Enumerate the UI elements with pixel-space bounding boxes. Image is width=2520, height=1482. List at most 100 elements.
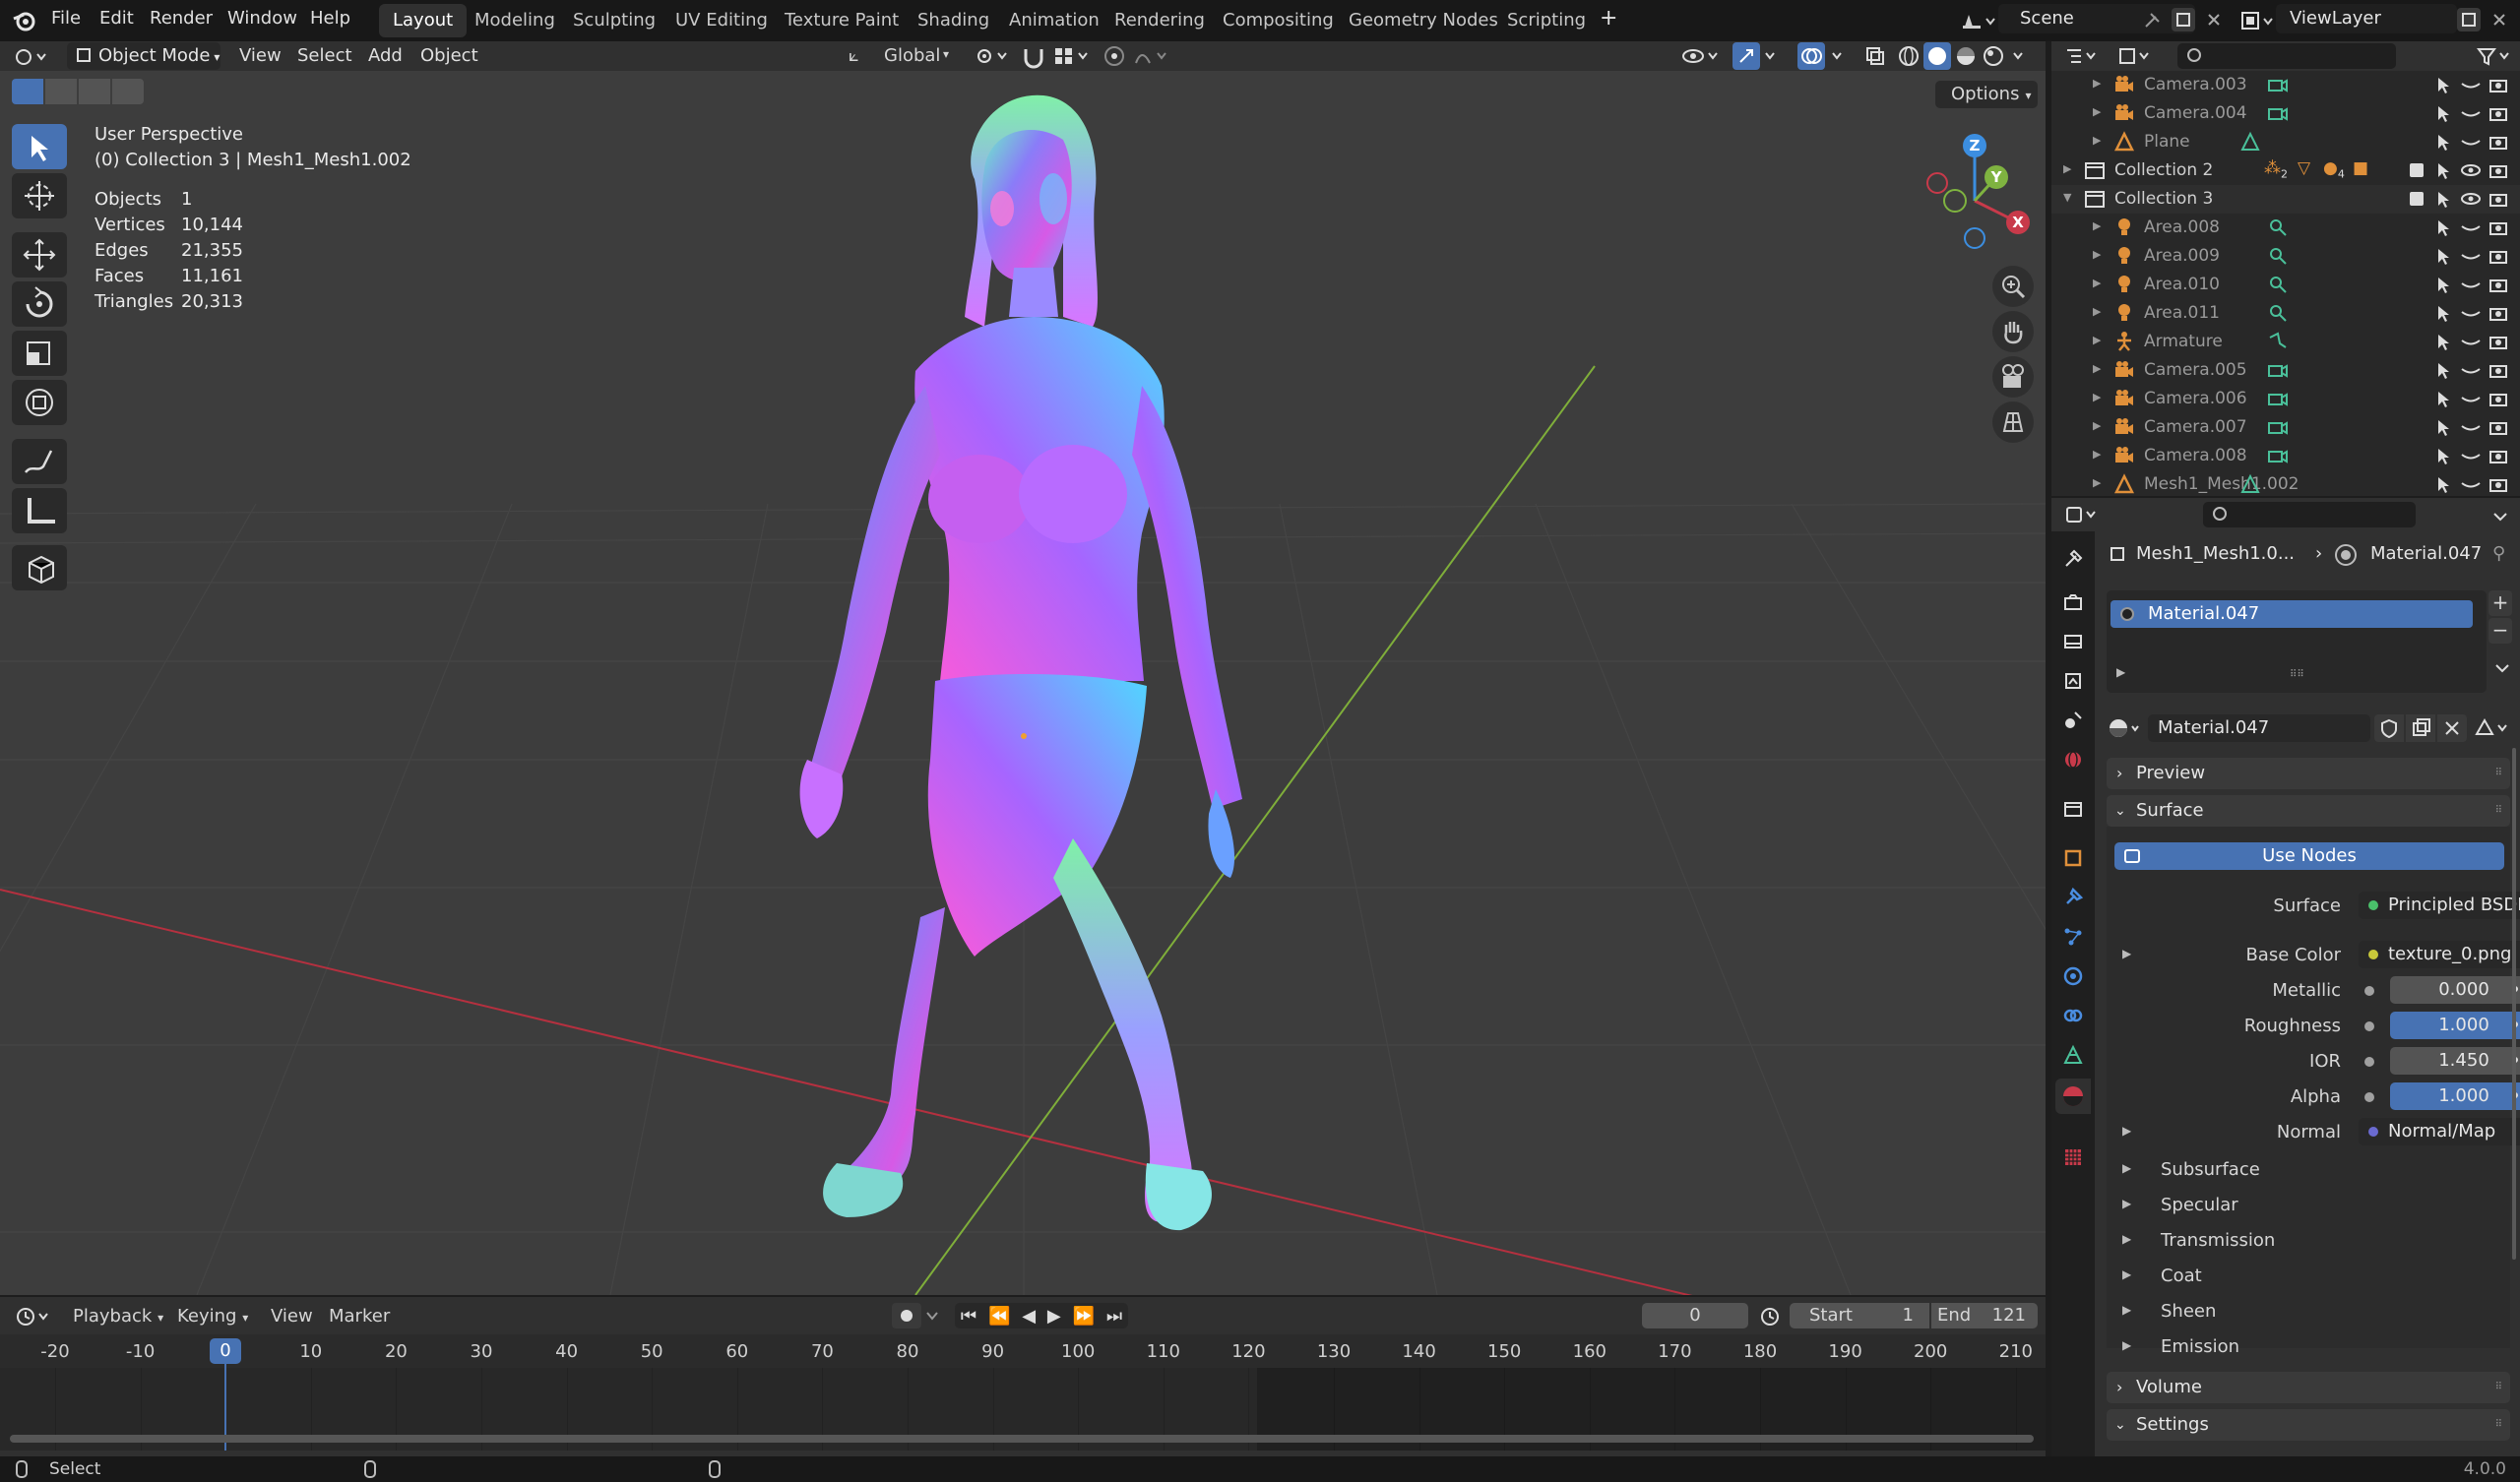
outliner-item-label[interactable]: Area.010 (2144, 275, 2220, 294)
material-tab-icon[interactable] (2055, 1079, 2091, 1114)
outliner-item-collection-2[interactable]: ▶ Collection 2 ⁂2 ▽ ●4 ■ (2051, 156, 2520, 185)
outliner-item-label[interactable]: Mesh1_Mesh1.002 (2144, 474, 2300, 494)
render-toggle-icon[interactable] (2487, 158, 2510, 182)
menu-file[interactable]: File (51, 8, 81, 29)
render-toggle-icon[interactable] (2487, 472, 2510, 494)
editor-type-icon[interactable] (12, 44, 55, 70)
jump-keyframe-forward-icon[interactable]: ⏩ (1073, 1306, 1095, 1327)
mesh-data-icon[interactable] (2238, 472, 2262, 494)
expand-arrow-icon[interactable]: ▶ (2063, 162, 2071, 175)
timeline-ruler[interactable]: -20 -10 10 20 30 40 50 60 70 80 90 100 110 120 130 140 1… (0, 1334, 2046, 1368)
menu-edit[interactable]: Edit (99, 8, 134, 29)
snap-toggle-icon[interactable] (1020, 43, 1047, 69)
play-icon[interactable]: ▶ (1047, 1306, 1061, 1327)
menu-window[interactable]: Window (227, 8, 297, 29)
eye-closed-icon[interactable] (2459, 387, 2483, 410)
outliner-item-label[interactable]: Plane (2144, 132, 2190, 152)
start-frame-field[interactable]: Start 1 (1790, 1303, 1929, 1328)
material-link-icon[interactable] (2471, 714, 2514, 742)
preview-range-icon[interactable] (1758, 1305, 1782, 1328)
zoom-icon[interactable] (1992, 266, 2034, 307)
delete-scene-icon[interactable] (2203, 8, 2225, 31)
settings-panel-header[interactable]: ⌄ Settings ⠿ (2107, 1409, 2510, 1441)
expand-arrow-icon[interactable]: ▶ (2093, 77, 2101, 90)
shading-rendered-icon[interactable] (1981, 43, 2006, 69)
surface-panel-header[interactable]: ⌄ Surface ⠿ (2107, 795, 2510, 827)
shading-material-icon[interactable] (1953, 43, 1979, 69)
material-name-field[interactable]: Material.047 (2148, 714, 2370, 742)
select-toggle-icon[interactable] (2431, 158, 2455, 182)
pin-icon[interactable]: ⚲ (2492, 543, 2505, 564)
expand-arrow-icon[interactable]: ▶ (2093, 305, 2101, 318)
menu-keying[interactable]: Keying ▾ (177, 1306, 248, 1327)
select-intersect-icon[interactable] (112, 79, 144, 104)
subpanel-emission[interactable]: ▶ Emission (2107, 1330, 2510, 1364)
pivot-point-icon[interactable] (973, 43, 1012, 69)
cursor-tool-icon[interactable] (12, 173, 67, 218)
outliner-item-camera-003[interactable]: ▶ Camera.003 (2051, 71, 2520, 99)
scale-tool-icon[interactable] (12, 331, 67, 376)
outliner-item-label[interactable]: Armature (2144, 332, 2223, 351)
render-toggle-icon[interactable] (2487, 187, 2510, 211)
preview-panel-header[interactable]: › Preview ⠿ (2107, 758, 2510, 789)
camera-data-icon[interactable] (2266, 73, 2290, 96)
camera-data-icon[interactable] (2266, 387, 2290, 410)
render-toggle-icon[interactable] (2487, 101, 2510, 125)
render-toggle-icon[interactable] (2487, 273, 2510, 296)
ior-field[interactable]: 1.450 (2390, 1047, 2520, 1075)
outliner-item-plane[interactable]: ▶ Plane (2051, 128, 2520, 156)
annotate-tool-icon[interactable] (12, 439, 67, 484)
xray-toggle-icon[interactable] (1862, 43, 1888, 69)
auto-keying-button[interactable] (892, 1303, 921, 1328)
subpanel-transmission[interactable]: ▶ Transmission (2107, 1224, 2510, 1258)
perspective-toggle-icon[interactable] (1992, 401, 2034, 443)
blender-logo-icon[interactable] (12, 9, 35, 32)
properties-search-input[interactable] (2203, 502, 2416, 527)
keying-dropdown-icon[interactable] (923, 1305, 943, 1327)
shading-solid-icon[interactable] (1923, 42, 1951, 70)
properties-editor-type-icon[interactable] (2063, 503, 2103, 526)
expand-arrow-icon[interactable]: ▶ (2093, 448, 2101, 461)
render-toggle-icon[interactable] (2487, 130, 2510, 154)
data-tab-icon[interactable] (2061, 1043, 2085, 1067)
outliner-item-label[interactable]: Camera.006 (2144, 389, 2247, 408)
drag-handle-icon[interactable]: ⠿ (2495, 758, 2502, 789)
breadcrumb-object[interactable]: Mesh1_Mesh1.0... (2136, 543, 2295, 564)
outliner-item-area-011[interactable]: ▶ Area.011 (2051, 299, 2520, 328)
render-toggle-icon[interactable] (2487, 216, 2510, 239)
add-slot-button[interactable]: + (2488, 590, 2512, 616)
mesh-data-icon[interactable] (2238, 130, 2262, 154)
drag-handle-icon[interactable]: ⠿ (2495, 1409, 2502, 1441)
properties-scrollbar[interactable] (2512, 748, 2516, 1260)
filter-icon[interactable] (2475, 44, 2514, 68)
world-tab-icon[interactable] (2061, 748, 2085, 772)
scene-selector[interactable]: Scene (1998, 4, 2195, 33)
light-data-icon[interactable] (2266, 244, 2290, 268)
slot-menu-icon[interactable] (2492, 657, 2512, 677)
tab-layout[interactable]: Layout (379, 4, 468, 37)
eye-closed-icon[interactable] (2459, 358, 2483, 382)
select-toggle-icon[interactable] (2431, 101, 2455, 125)
select-subtract-icon[interactable] (79, 79, 110, 104)
timeline-editor-type-icon[interactable] (14, 1305, 57, 1328)
menu-object[interactable]: Object (420, 45, 478, 66)
menu-marker[interactable]: Marker (329, 1306, 390, 1327)
current-frame-field[interactable]: 0 (1642, 1303, 1748, 1328)
tab-scripting[interactable]: Scripting (1493, 4, 1600, 37)
alpha-field[interactable]: 1.000 (2390, 1082, 2520, 1110)
overlays-dropdown-icon[interactable] (1829, 43, 1849, 69)
new-view-layer-icon[interactable] (2457, 8, 2481, 31)
gizmo-dropdown-icon[interactable] (1762, 43, 1782, 69)
browse-material-icon[interactable] (2107, 714, 2142, 742)
view-layer-tab-icon[interactable] (2061, 669, 2085, 693)
physics-tab-icon[interactable] (2061, 964, 2085, 988)
drag-handle-icon[interactable]: ⠿ (2495, 795, 2502, 827)
outliner-search-input[interactable] (2177, 43, 2396, 69)
eye-closed-icon[interactable] (2459, 73, 2483, 96)
pan-hand-icon[interactable] (1992, 311, 2034, 352)
select-toggle-icon[interactable] (2431, 273, 2455, 296)
render-toggle-icon[interactable] (2487, 244, 2510, 268)
new-scene-icon[interactable] (2172, 8, 2195, 31)
tab-compositing[interactable]: Compositing (1209, 4, 1348, 37)
tab-uv-editing[interactable]: UV Editing (662, 4, 782, 37)
